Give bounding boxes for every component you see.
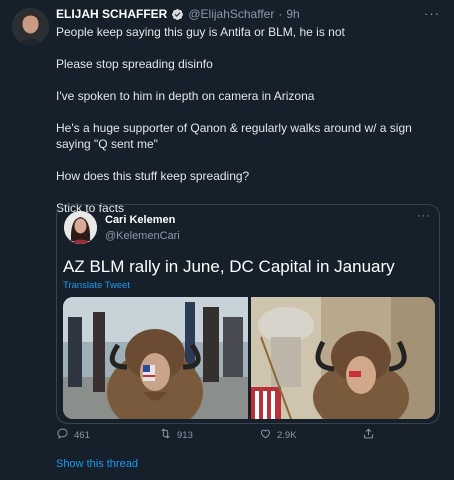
quoted-tweet[interactable]: Cari Kelemen @KelemenCari ··· AZ BLM ral… (56, 204, 440, 424)
reply-count: 461 (74, 429, 90, 441)
retweet-count: 913 (177, 429, 193, 441)
quoted-author-handle[interactable]: @KelemenCari (105, 230, 180, 242)
tweet-paragraph: People keep saying this guy is Antifa or… (56, 25, 345, 39)
tweet-text: People keep saying this guy is Antifa or… (56, 24, 442, 232)
tweet-paragraph: He's a huge supporter of Qanon & regular… (56, 121, 416, 151)
photo-capitol-dc[interactable] (250, 297, 435, 419)
retweet-button[interactable]: 913 (159, 427, 193, 443)
tweet-header: ELIJAH SCHAFFER @ElijahSchaffer · 9h (56, 7, 300, 21)
quoted-author-avatar[interactable] (64, 211, 97, 244)
share-button[interactable] (362, 427, 375, 443)
tweet-paragraph: How does this stuff keep spreading? (56, 169, 250, 183)
like-count: 2.9K (277, 429, 297, 441)
quoted-media[interactable] (63, 297, 435, 419)
share-icon (362, 427, 375, 443)
translate-tweet-link[interactable]: Translate Tweet (63, 280, 130, 291)
more-dots-icon[interactable]: ··· (424, 6, 440, 21)
show-thread-link[interactable]: Show this thread (56, 458, 138, 470)
separator-dot: · (278, 7, 283, 21)
author-avatar[interactable] (12, 8, 49, 45)
tweet: ELIJAH SCHAFFER @ElijahSchaffer · 9h ···… (0, 0, 454, 480)
tweet-paragraph: Please stop spreading disinfo (56, 57, 213, 71)
author-name[interactable]: ELIJAH SCHAFFER (56, 7, 167, 21)
reply-button[interactable]: 461 (56, 427, 90, 443)
verified-badge-icon (171, 8, 184, 21)
retweet-icon (159, 427, 172, 443)
tweet-actions: 461 913 2.9K (56, 427, 440, 443)
quoted-more-dots-icon[interactable]: ··· (417, 210, 431, 222)
heart-icon (259, 427, 272, 443)
reply-icon (56, 427, 69, 443)
quoted-tweet-text: AZ BLM rally in June, DC Capital in Janu… (63, 257, 395, 276)
photo-rally-arizona[interactable] (63, 297, 248, 419)
like-button[interactable]: 2.9K (259, 427, 297, 443)
quoted-author-name[interactable]: Cari Kelemen (105, 214, 175, 226)
tweet-paragraph: I've spoken to him in depth on camera in… (56, 89, 315, 103)
author-handle[interactable]: @ElijahSchaffer (188, 7, 274, 21)
tweet-time[interactable]: 9h (286, 7, 299, 21)
